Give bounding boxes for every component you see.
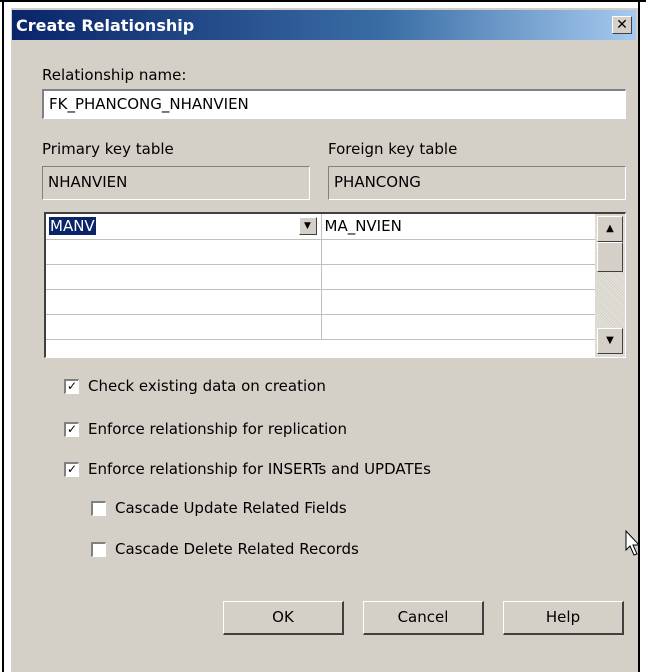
relationship-name-label: Relationship name:: [42, 66, 187, 84]
foreign-key-table-label: Foreign key table: [328, 140, 458, 158]
foreign-column-cell[interactable]: [321, 289, 596, 315]
check-existing-label: Check existing data on creation: [88, 377, 326, 395]
foreign-column-cell[interactable]: [321, 314, 596, 340]
cascade-update-label: Cascade Update Related Fields: [115, 499, 347, 517]
foreign-key-table-value: PHANCONG: [328, 166, 626, 200]
cascade-update-option[interactable]: Cascade Update Related Fields: [91, 499, 347, 517]
foreign-column-cell[interactable]: [321, 264, 596, 290]
primary-column-cell[interactable]: MANV ▼: [46, 214, 322, 240]
cascade-delete-label: Cascade Delete Related Records: [115, 540, 359, 558]
left-border: [2, 0, 4, 672]
primary-key-table-label: Primary key table: [42, 140, 174, 158]
primary-column-cell[interactable]: [46, 314, 322, 340]
foreign-column-cell[interactable]: MA_NVIEN: [321, 214, 596, 240]
table-row[interactable]: MANV ▼ MA_NVIEN: [46, 214, 596, 240]
top-border: [0, 0, 646, 2]
relationship-name-input[interactable]: FK_PHANCONG_NHANVIEN: [42, 89, 626, 119]
close-icon: ✕: [616, 17, 628, 33]
cascade-update-checkbox[interactable]: [91, 500, 106, 516]
enforce-inserts-checkbox[interactable]: ✓: [64, 461, 79, 477]
cancel-button[interactable]: Cancel: [363, 601, 484, 635]
primary-column-value: MANV: [49, 217, 96, 236]
cascade-delete-checkbox[interactable]: [91, 541, 106, 557]
vertical-scrollbar[interactable]: ▲ ▼: [595, 214, 625, 357]
window-frame: Create Relationship ✕ Relationship name:…: [0, 0, 646, 672]
scroll-down-icon[interactable]: ▼: [597, 328, 623, 354]
primary-column-cell[interactable]: [46, 289, 322, 315]
help-button[interactable]: Help: [503, 601, 624, 635]
check-existing-checkbox[interactable]: ✓: [64, 378, 79, 394]
cascade-delete-option[interactable]: Cascade Delete Related Records: [91, 540, 359, 558]
mouse-cursor-icon: [625, 530, 641, 556]
foreign-column-cell[interactable]: [321, 239, 596, 265]
table-row[interactable]: [46, 264, 596, 290]
close-button[interactable]: ✕: [612, 16, 632, 34]
chevron-down-icon[interactable]: ▼: [298, 217, 317, 235]
table-row[interactable]: [46, 289, 596, 315]
column-mapping-table: MANV ▼ MA_NVIEN: [46, 214, 596, 340]
enforce-replication-label: Enforce relationship for replication: [88, 420, 347, 438]
check-existing-option[interactable]: ✓ Check existing data on creation: [64, 377, 326, 395]
column-mapping-grid[interactable]: MANV ▼ MA_NVIEN ▲ ▼: [44, 212, 626, 358]
enforce-inserts-label: Enforce relationship for INSERTs and UPD…: [88, 460, 431, 478]
enforce-inserts-option[interactable]: ✓ Enforce relationship for INSERTs and U…: [64, 460, 431, 478]
primary-key-table-value: NHANVIEN: [42, 166, 310, 200]
enforce-replication-option[interactable]: ✓ Enforce relationship for replication: [64, 420, 347, 438]
primary-column-cell[interactable]: [46, 264, 322, 290]
dialog-title: Create Relationship: [16, 16, 195, 35]
table-row[interactable]: [46, 314, 596, 340]
right-border: [638, 0, 640, 672]
enforce-replication-checkbox[interactable]: ✓: [64, 421, 79, 437]
ok-button[interactable]: OK: [223, 601, 344, 635]
table-row[interactable]: [46, 239, 596, 265]
primary-column-cell[interactable]: [46, 239, 322, 265]
scroll-thumb[interactable]: [597, 242, 623, 272]
scroll-up-icon[interactable]: ▲: [597, 216, 623, 242]
